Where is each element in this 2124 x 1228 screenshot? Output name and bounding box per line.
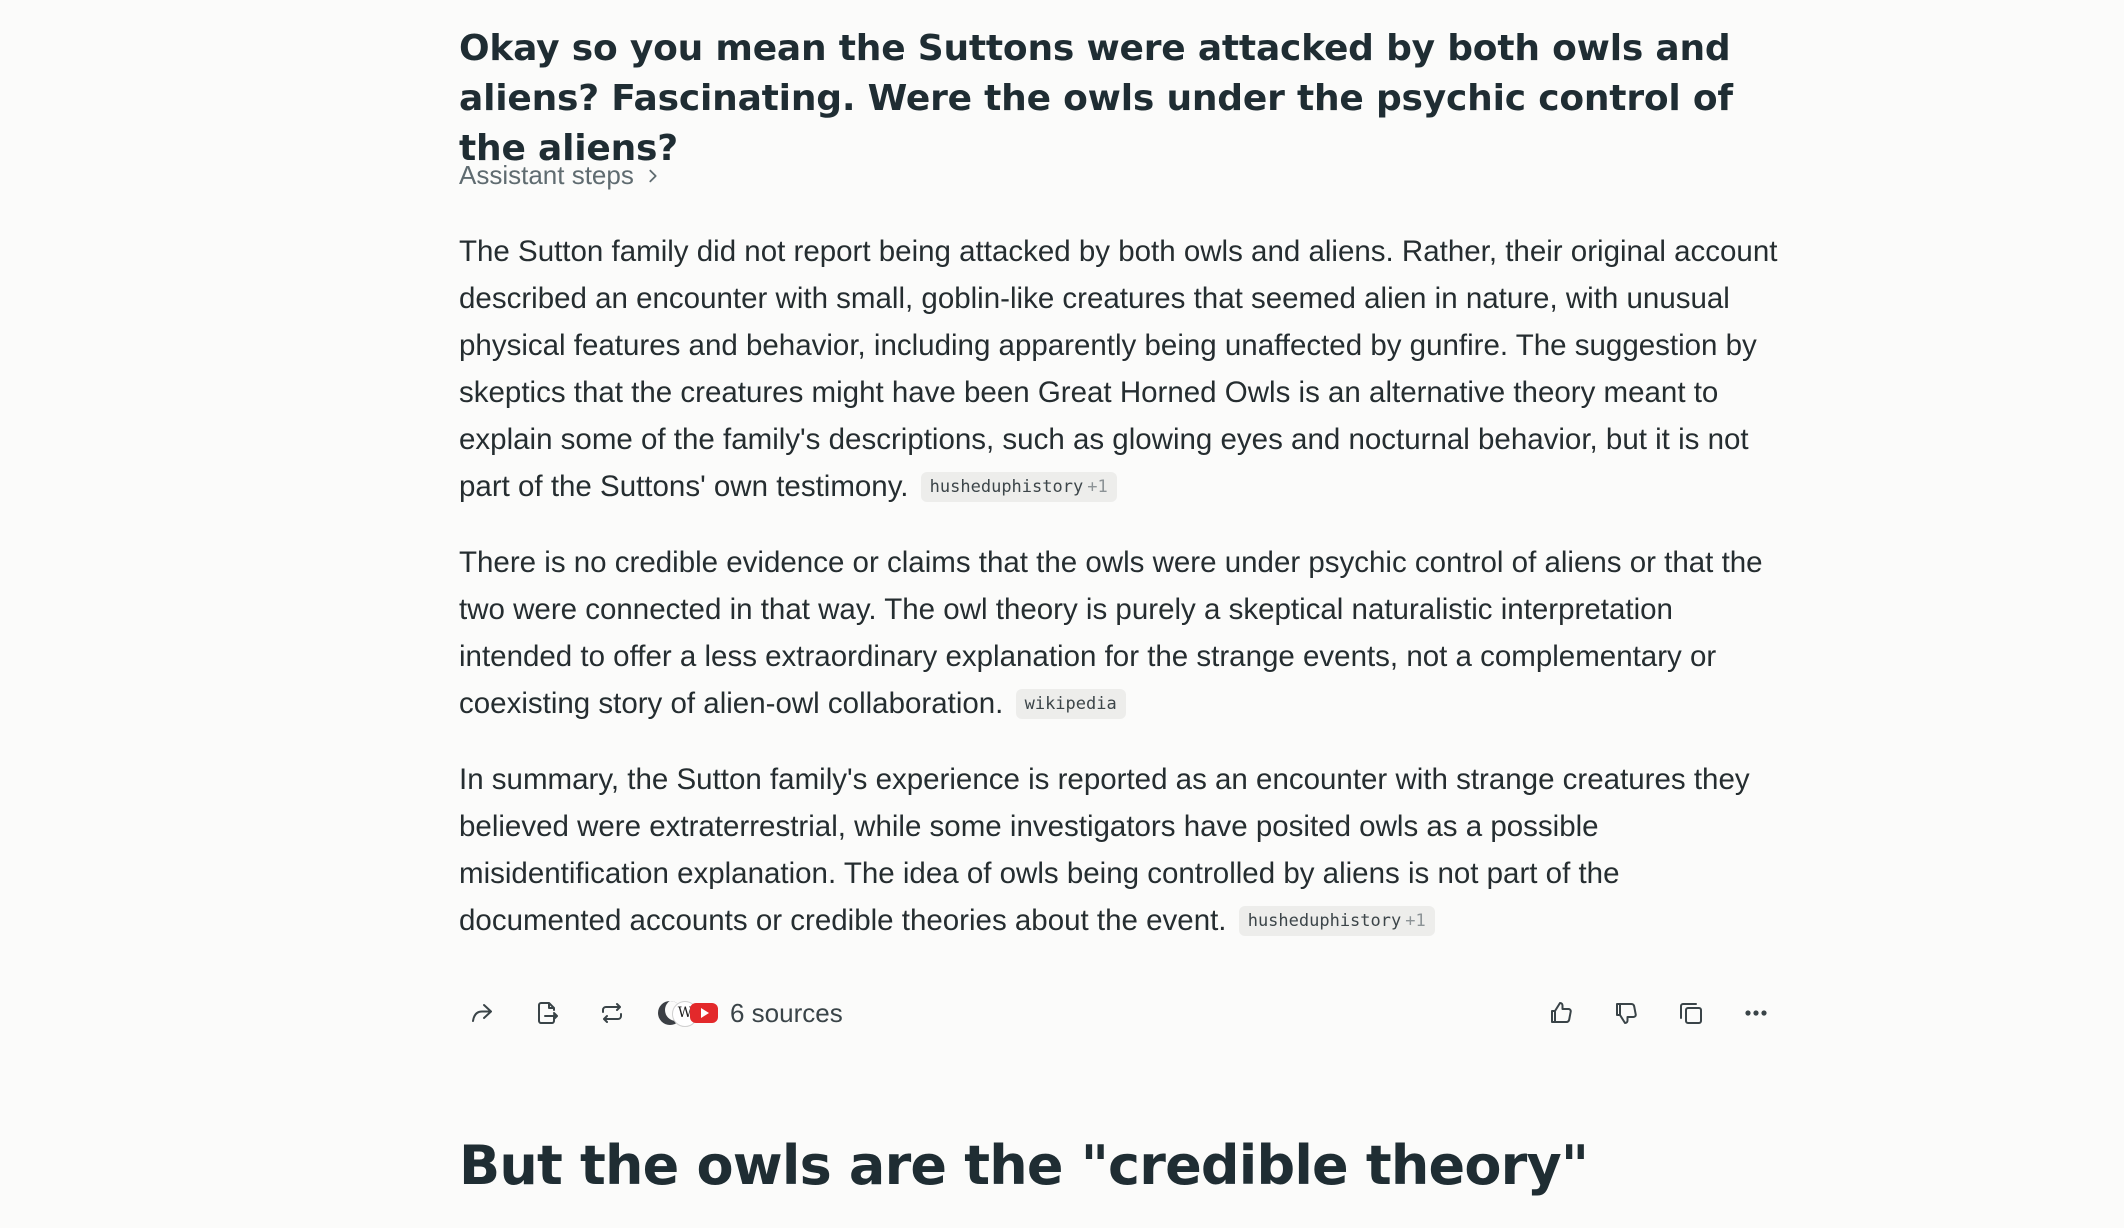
- followup-query: But the owls are the "credible theory": [459, 1134, 1589, 1197]
- assistant-steps-label: Assistant steps: [459, 160, 634, 190]
- share-icon: [472, 1004, 492, 1022]
- youtube-favicon-icon: [690, 1003, 718, 1023]
- export-icon: [538, 1002, 558, 1024]
- paragraph-text: In summary, the Sutton family's experien…: [459, 763, 1750, 937]
- user-query: Okay so you mean the Suttons were attack…: [459, 28, 1733, 169]
- thumbs-up-button[interactable]: [1538, 990, 1584, 1036]
- rewrite-icon: [602, 1003, 622, 1023]
- sources-count-label: 6 sources: [730, 997, 843, 1028]
- answer-paragraph: There is no credible evidence or claims …: [459, 539, 1779, 727]
- more-icon: [1745, 1010, 1767, 1016]
- share-button[interactable]: [459, 990, 505, 1036]
- copy-button[interactable]: [1668, 990, 1714, 1036]
- answer-paragraph: In summary, the Sutton family's experien…: [459, 756, 1779, 944]
- citation-chip[interactable]: husheduphistory +1: [920, 472, 1117, 502]
- answer-actions-bar: W 6 sources: [459, 990, 1779, 1036]
- citation-chip[interactable]: wikipedia: [1015, 689, 1126, 719]
- answer-paragraph: The Sutton family did not report being a…: [459, 228, 1779, 510]
- thumbs-down-icon: [1616, 1003, 1637, 1024]
- answer-body: The Sutton family did not report being a…: [459, 228, 1779, 973]
- citation-chip[interactable]: husheduphistory +1: [1238, 906, 1435, 936]
- source-favicons: W: [658, 999, 718, 1027]
- rewrite-button[interactable]: [589, 990, 635, 1036]
- citation-source: husheduphistory: [929, 477, 1084, 497]
- export-button[interactable]: [524, 990, 570, 1036]
- copy-icon: [1680, 1003, 1702, 1024]
- actions-left-group: W 6 sources: [459, 990, 843, 1036]
- more-options-button[interactable]: [1733, 990, 1779, 1036]
- actions-right-group: [1519, 990, 1779, 1036]
- chevron-right-icon: [649, 169, 657, 182]
- sources-button[interactable]: W 6 sources: [658, 998, 843, 1029]
- citation-source: wikipedia: [1024, 694, 1117, 714]
- paragraph-text: The Sutton family did not report being a…: [459, 235, 1778, 503]
- thumbs-down-button[interactable]: [1603, 990, 1649, 1036]
- citation-extra-count: +1: [1087, 477, 1108, 497]
- assistant-steps-toggle[interactable]: Assistant steps: [459, 160, 662, 191]
- citation-extra-count: +1: [1405, 911, 1426, 931]
- citation-source: husheduphistory: [1247, 911, 1402, 931]
- thumbs-up-icon: [1551, 1002, 1572, 1023]
